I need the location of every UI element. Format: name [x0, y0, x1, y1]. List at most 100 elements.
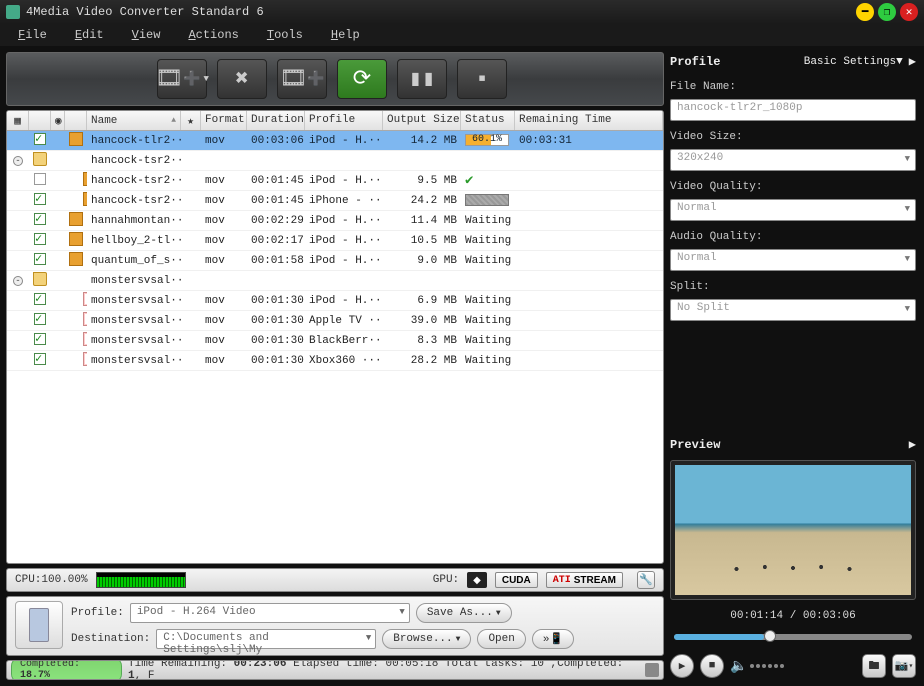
table-row[interactable]: quantum_of_s···mov00:01:58iPod - H.···9.… [7, 251, 663, 271]
row-name: monstersvsal··· [87, 275, 181, 287]
video-icon [69, 252, 83, 266]
delete-button[interactable]: ✖ [217, 59, 267, 99]
minimize-button[interactable]: ━ [856, 3, 874, 21]
row-duration: 00:02:17 [247, 235, 305, 247]
menu-help[interactable]: Help [331, 28, 360, 42]
cpu-gpu-bar: CPU:100.00% GPU: ◆ CUDA ATI STREAM 🔧 [6, 568, 664, 592]
row-status: Waiting [461, 335, 515, 347]
main-toolbar: 🎞➕▼ ✖ 🎞➕ ⟳ ▮▮ ▪ [6, 52, 664, 106]
videosize-combo[interactable]: 320x240 [670, 149, 916, 171]
row-checkbox[interactable] [34, 213, 46, 225]
table-row[interactable]: monstersvsal···mov00:01:30BlackBerr···8.… [7, 331, 663, 351]
volume-control[interactable]: 🔈 [730, 658, 856, 675]
row-profile: BlackBerr··· [305, 335, 383, 347]
col-star[interactable]: ★ [181, 111, 201, 130]
row-checkbox[interactable] [34, 133, 46, 145]
table-row[interactable]: - monstersvsal··· [7, 271, 663, 291]
play-button[interactable]: ▶ [670, 654, 694, 678]
menu-tools[interactable]: Tools [267, 28, 303, 42]
col-favicon[interactable]: ◉ [51, 111, 65, 130]
table-row[interactable]: hancock-tsr2···mov00:01:45iPhone - ···24… [7, 191, 663, 211]
row-checkbox[interactable] [34, 173, 46, 185]
expand-icon[interactable]: - [13, 156, 23, 166]
col-status[interactable]: Status [461, 111, 515, 130]
row-size: 28.2 MB [383, 355, 461, 367]
app-logo-icon [6, 5, 20, 19]
ati-stream-badge: ATI STREAM [546, 572, 623, 588]
row-size: 24.2 MB [383, 195, 461, 207]
transfer-button[interactable]: »📱 [532, 629, 574, 649]
close-button[interactable]: ✕ [900, 3, 918, 21]
row-duration: 00:01:30 [247, 335, 305, 347]
save-as-button[interactable]: Save As...▼ [416, 603, 512, 623]
col-checkbox[interactable]: ▦ [7, 111, 29, 130]
col-profile[interactable]: Profile [305, 111, 383, 130]
expand-icon[interactable]: - [13, 276, 23, 286]
row-duration: 00:01:30 [247, 295, 305, 307]
expand-preview-icon[interactable]: ▶ [909, 437, 916, 452]
split-combo[interactable]: No Split [670, 299, 916, 321]
row-name: monstersvsal··· [87, 295, 181, 307]
col-duration[interactable]: Duration [247, 111, 305, 130]
menu-edit[interactable]: Edit [75, 28, 104, 42]
table-row[interactable]: monstersvsal···mov00:01:30Apple TV ···39… [7, 311, 663, 331]
stop-preview-button[interactable]: ■ [700, 654, 724, 678]
browse-button[interactable]: Browse...▼ [382, 629, 471, 649]
device-icon[interactable] [15, 601, 63, 649]
snapshot-folder-button[interactable]: 🖿 [862, 654, 886, 678]
profile-combo[interactable]: iPod - H.264 Video [130, 603, 410, 623]
table-row[interactable]: monstersvsal···mov00:01:30Xbox360 ···28.… [7, 351, 663, 371]
table-row[interactable]: hannahmontan···mov00:02:29iPod - H.···11… [7, 211, 663, 231]
row-checkbox[interactable] [34, 233, 46, 245]
basic-settings-dropdown[interactable]: Basic Settings▼ [804, 56, 903, 68]
stop-button[interactable]: ▪ [457, 59, 507, 99]
row-checkbox[interactable] [34, 353, 46, 365]
table-row[interactable]: -hancock-tsr2··· [7, 151, 663, 171]
pause-button[interactable]: ▮▮ [397, 59, 447, 99]
expand-profile-icon[interactable]: ▶ [909, 54, 916, 69]
row-checkbox[interactable] [34, 293, 46, 305]
report-icon[interactable] [645, 663, 659, 677]
convert-button[interactable]: ⟳ [337, 59, 387, 99]
row-status: Waiting [461, 315, 515, 327]
row-checkbox[interactable] [34, 253, 46, 265]
row-duration: 00:01:30 [247, 315, 305, 327]
col-type[interactable] [65, 111, 87, 130]
row-format: mov [201, 215, 247, 227]
seek-slider[interactable] [674, 634, 912, 640]
video-icon [69, 212, 83, 226]
menu-file[interactable]: File [18, 28, 47, 42]
col-expand[interactable] [29, 111, 51, 130]
row-checkbox[interactable] [34, 333, 46, 345]
status-bar: Completed: 18.7% Time Remaining: 00:23:0… [6, 660, 664, 680]
menu-actions[interactable]: Actions [188, 28, 238, 42]
settings-button[interactable]: 🔧 [637, 571, 655, 589]
maximize-button[interactable]: ❐ [878, 3, 896, 21]
add-profile-button[interactable]: 🎞➕ [277, 59, 327, 99]
col-output-size[interactable]: Output Size [383, 111, 461, 130]
row-status: Waiting [461, 215, 515, 227]
menu-view[interactable]: View [132, 28, 161, 42]
col-name[interactable]: Name [87, 111, 181, 130]
row-checkbox[interactable] [34, 193, 46, 205]
row-name: hancock-tsr2··· [87, 195, 181, 207]
destination-combo[interactable]: C:\Documents and Settings\slj\My [156, 629, 376, 649]
col-remaining[interactable]: Remaining Time [515, 111, 663, 130]
open-button[interactable]: Open [477, 629, 525, 649]
table-row[interactable]: hancock-tlr2···mov00:03:06iPod - H.···14… [7, 131, 663, 151]
table-row[interactable]: monstersvsal···mov00:01:30iPod - H.···6.… [7, 291, 663, 311]
preview-image[interactable] [675, 465, 911, 595]
snapshot-button[interactable]: 📷▾ [892, 654, 916, 678]
row-size: 8.3 MB [383, 335, 461, 347]
add-file-button[interactable]: 🎞➕▼ [157, 59, 207, 99]
table-row[interactable]: hancock-tsr2···mov00:01:45iPod - H.···9.… [7, 171, 663, 191]
row-checkbox[interactable] [34, 313, 46, 325]
col-format[interactable]: Format [201, 111, 247, 130]
row-format: mov [201, 175, 247, 187]
row-status: 60.1% [461, 134, 515, 147]
vq-combo[interactable]: Normal [670, 199, 916, 221]
cuda-badge: CUDA [495, 572, 538, 588]
filename-input[interactable]: hancock-tlr2r_1080p [670, 99, 916, 121]
aq-combo[interactable]: Normal [670, 249, 916, 271]
table-row[interactable]: hellboy_2-tl···mov00:02:17iPod - H.···10… [7, 231, 663, 251]
